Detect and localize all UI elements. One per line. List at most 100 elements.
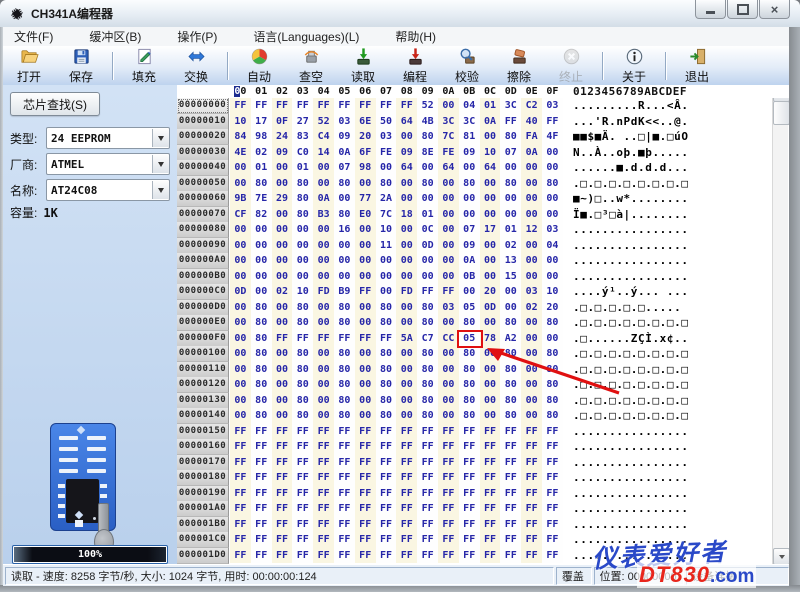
ascii-cell[interactable]: .□.□.□.□.□.□.□.□ [573, 393, 689, 409]
hex-byte[interactable]: 80 [417, 176, 438, 192]
hex-byte[interactable]: 80 [334, 207, 355, 223]
hex-byte[interactable]: FF [500, 548, 521, 564]
hex-byte[interactable]: 00 [272, 362, 293, 378]
hex-byte[interactable]: 16 [334, 222, 355, 238]
hex-byte[interactable]: 3C [459, 114, 480, 130]
hex-byte[interactable]: 00 [313, 346, 334, 362]
hex-byte[interactable]: FF [438, 501, 459, 517]
hex-byte[interactable]: 00 [230, 300, 251, 316]
hex-byte[interactable]: 09 [396, 145, 417, 161]
hex-byte[interactable]: FF [376, 470, 397, 486]
hex-byte[interactable]: FF [334, 424, 355, 440]
hex-byte[interactable]: FF [480, 470, 501, 486]
hex-byte[interactable]: 0B [459, 269, 480, 285]
hex-byte[interactable]: 09 [459, 145, 480, 161]
hex-byte[interactable]: 00 [438, 393, 459, 409]
hex-byte[interactable]: 98 [355, 160, 376, 176]
hex-byte[interactable]: FF [355, 548, 376, 564]
hex-byte[interactable]: FF [417, 517, 438, 533]
hex-byte[interactable]: 10 [480, 145, 501, 161]
hex-byte[interactable]: 00 [480, 377, 501, 393]
hex-byte[interactable]: 80 [417, 346, 438, 362]
hex-byte[interactable]: FF [542, 548, 563, 564]
hex-byte[interactable]: FF [355, 501, 376, 517]
hex-byte[interactable]: 80 [292, 176, 313, 192]
hex-byte[interactable]: 02 [521, 300, 542, 316]
hex-byte[interactable]: FF [355, 331, 376, 347]
hex-byte[interactable]: FF [480, 501, 501, 517]
hex-byte[interactable]: 00 [355, 238, 376, 254]
hex-byte[interactable]: FF [376, 486, 397, 502]
hex-byte[interactable]: 00 [459, 284, 480, 300]
hex-byte[interactable]: FF [417, 486, 438, 502]
hex-byte[interactable]: FF [376, 532, 397, 548]
hex-byte[interactable]: 0D [230, 284, 251, 300]
hex-byte[interactable]: 84 [230, 129, 251, 145]
hex-byte[interactable]: 00 [230, 315, 251, 331]
hex-byte[interactable]: FF [480, 517, 501, 533]
hex-byte[interactable]: FF [417, 284, 438, 300]
hex-byte[interactable]: FF [313, 98, 334, 114]
hex-byte[interactable]: FD [313, 284, 334, 300]
read-button[interactable]: 读取 [337, 48, 389, 84]
hex-byte[interactable]: FE [438, 145, 459, 161]
hex-byte[interactable]: 80 [251, 331, 272, 347]
hex-byte[interactable]: 00 [272, 377, 293, 393]
hex-byte[interactable]: FF [396, 424, 417, 440]
hex-byte[interactable]: 00 [500, 207, 521, 223]
open-button[interactable]: 打开 [3, 48, 55, 84]
hex-byte[interactable]: 00 [542, 160, 563, 176]
hex-byte[interactable]: FF [396, 455, 417, 471]
hex-byte[interactable]: FF [334, 455, 355, 471]
hex-byte[interactable]: 80 [376, 300, 397, 316]
hex-byte[interactable]: 10 [292, 284, 313, 300]
hex-byte[interactable]: FF [500, 517, 521, 533]
blank-check-button[interactable]: 查空 [285, 48, 337, 84]
hex-byte[interactable]: 09 [334, 129, 355, 145]
hex-byte[interactable]: 00 [230, 238, 251, 254]
hex-byte[interactable]: FF [438, 424, 459, 440]
hex-byte[interactable]: 00 [521, 346, 542, 362]
hex-byte[interactable]: 00 [396, 315, 417, 331]
hex-byte[interactable]: 80 [459, 176, 480, 192]
hex-byte[interactable]: 80 [334, 176, 355, 192]
hex-byte[interactable]: FE [376, 145, 397, 161]
hex-byte[interactable]: FF [459, 455, 480, 471]
hex-byte[interactable]: 00 [230, 346, 251, 362]
hex-byte[interactable]: 77 [355, 191, 376, 207]
close-button[interactable]: × [759, 0, 790, 19]
hex-byte[interactable]: 00 [480, 408, 501, 424]
hex-byte[interactable]: FF [272, 439, 293, 455]
hex-byte[interactable]: 00 [459, 160, 480, 176]
hex-byte[interactable]: 00 [292, 238, 313, 254]
hex-byte[interactable]: 00 [355, 393, 376, 409]
hex-byte[interactable]: FF [292, 331, 313, 347]
hex-byte[interactable]: 14 [313, 145, 334, 161]
program-button[interactable]: 编程 [389, 48, 441, 84]
hex-byte[interactable]: FF [355, 486, 376, 502]
hex-byte[interactable]: B9 [334, 284, 355, 300]
hex-byte[interactable]: FF [230, 439, 251, 455]
hex-byte[interactable]: FF [417, 548, 438, 564]
hex-byte[interactable]: 00 [542, 253, 563, 269]
hex-byte[interactable]: 00 [292, 253, 313, 269]
hex-byte[interactable]: 00 [251, 253, 272, 269]
ascii-cell[interactable]: ................ [573, 238, 689, 254]
hex-byte[interactable]: 80 [417, 300, 438, 316]
hex-byte[interactable]: FF [251, 470, 272, 486]
hex-byte[interactable]: 00 [230, 222, 251, 238]
ascii-cell[interactable]: ................ [573, 269, 689, 285]
hex-byte[interactable]: 00 [396, 176, 417, 192]
hex-byte[interactable]: FF [500, 486, 521, 502]
hex-byte[interactable]: 00 [459, 191, 480, 207]
hex-byte[interactable]: 80 [334, 393, 355, 409]
hex-byte[interactable]: FF [355, 517, 376, 533]
ascii-cell[interactable]: .□.□.□.□.□.□.□.□ [573, 176, 689, 192]
hex-byte[interactable]: CF [230, 207, 251, 223]
hex-byte[interactable]: FF [292, 532, 313, 548]
hex-byte[interactable]: 52 [313, 114, 334, 130]
hex-byte[interactable]: FF [334, 470, 355, 486]
hex-byte[interactable]: 02 [500, 238, 521, 254]
hex-byte[interactable]: 00 [376, 284, 397, 300]
hex-byte[interactable]: 03 [542, 98, 563, 114]
